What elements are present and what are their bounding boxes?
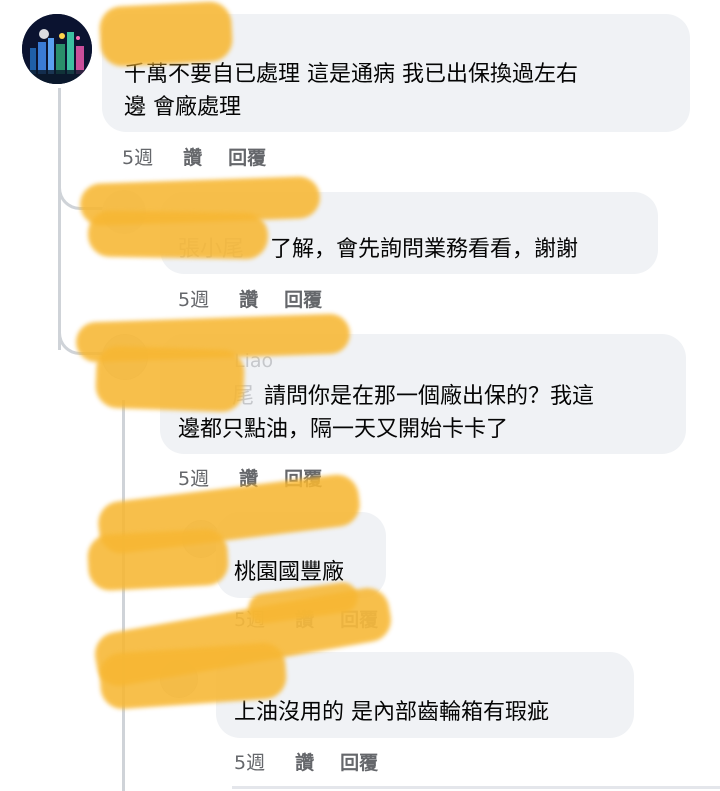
thread-line — [122, 400, 125, 791]
avatar[interactable] — [22, 14, 92, 84]
like-button[interactable]: 讚 — [183, 143, 202, 170]
comment-actions: 5週 讚 回覆 — [178, 285, 322, 312]
comment-text: 上油沒用的 是內部齒輪箱有瑕疵 — [234, 700, 549, 725]
comment-text: 千萬不要自已處理 這是通病 我已出保換過左右 邊 會廠處理 — [124, 62, 578, 120]
comment-time[interactable]: 5週 — [122, 143, 153, 170]
comment-text: 了解，會先詢問業務看看，謝謝 — [270, 237, 579, 262]
comment-text: 請問你是在那一個廠出保的？我這 — [264, 384, 595, 409]
redaction-mark — [86, 528, 230, 592]
like-button[interactable]: 讚 — [239, 285, 258, 312]
comment-time[interactable]: 5週 — [178, 464, 209, 491]
redaction-mark — [98, 0, 234, 68]
like-button[interactable]: 讚 — [295, 748, 314, 775]
reply-button[interactable]: 回覆 — [340, 748, 378, 775]
comment-time[interactable]: 5週 — [178, 285, 209, 312]
redaction-mark — [87, 210, 269, 260]
comment-actions: 5週 讚 回覆 — [234, 748, 378, 775]
comment-text: 邊都只點油，隔一天又開始卡卡了 — [178, 417, 509, 442]
reply-button[interactable]: 回覆 — [284, 285, 322, 312]
comment-actions: 5週 讚 回覆 — [122, 143, 266, 170]
thread-line — [58, 88, 61, 350]
divider — [232, 786, 720, 789]
reply-button[interactable]: 回覆 — [228, 143, 266, 170]
comment-time[interactable]: 5週 — [234, 748, 265, 775]
redaction-mark — [94, 345, 246, 413]
night-city-avatar-icon — [22, 14, 92, 84]
